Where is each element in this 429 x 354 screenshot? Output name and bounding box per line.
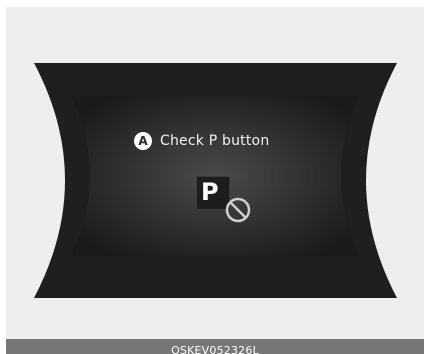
image-code: OSKEV052326L xyxy=(171,344,259,354)
warning-message: A Check P button xyxy=(134,131,269,151)
illustration-frame: A Check P button P OSKEV052326L xyxy=(0,0,429,354)
label-a-badge: A xyxy=(134,132,152,150)
caption-bar: OSKEV052326L xyxy=(6,339,424,354)
park-letter: P xyxy=(201,178,219,206)
prohibited-icon xyxy=(225,197,251,223)
warning-text: Check P button xyxy=(160,133,270,149)
